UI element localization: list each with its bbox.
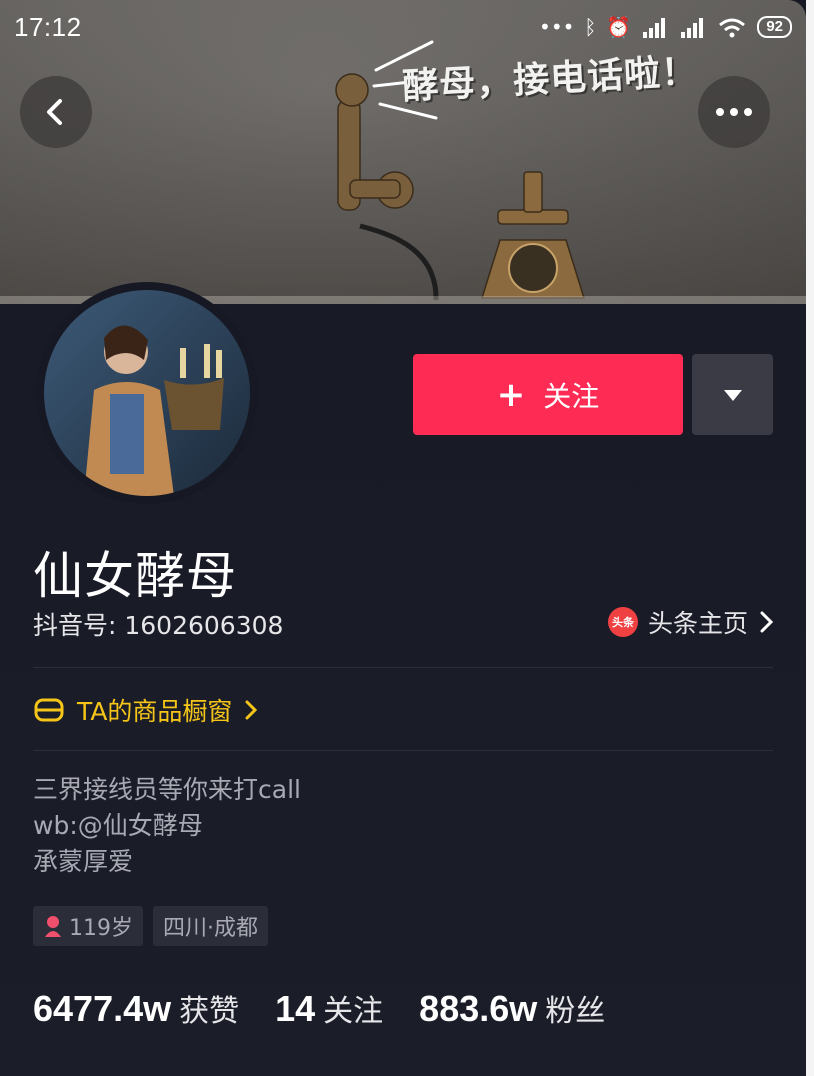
likes-label: 获赞 — [179, 994, 240, 1029]
following-stat[interactable]: 14 关注 — [275, 986, 383, 1030]
age-tag: 119岁 — [33, 906, 143, 946]
fans-label: 粉丝 — [545, 994, 606, 1029]
location-tag: 四川·成都 — [153, 906, 268, 946]
wifi-icon — [719, 18, 746, 38]
more-button[interactable] — [698, 76, 770, 148]
profile-tags: 119岁 四川·成都 — [33, 906, 268, 946]
shop-icon — [34, 698, 64, 722]
divider — [33, 667, 773, 668]
plus-icon: + — [496, 374, 526, 415]
douyin-id[interactable]: 抖音号: 1602606308 — [33, 606, 283, 642]
screen-edge — [806, 0, 814, 1076]
bio-line: wb:@仙女酵母 — [33, 811, 203, 840]
signal-icon — [643, 18, 666, 38]
age-text: 119岁 — [69, 916, 133, 941]
fans-count: 883.6w — [419, 988, 538, 1029]
location-text: 四川·成都 — [163, 916, 258, 941]
bio: 三界接线员等你来打call wb:@仙女酵母 承蒙厚爱 — [33, 772, 301, 880]
more-icon — [716, 108, 752, 116]
female-icon — [45, 916, 61, 937]
toutiao-label: 头条主页 — [647, 609, 748, 638]
back-arrow-icon — [47, 99, 62, 125]
following-count: 14 — [275, 988, 316, 1029]
divider — [33, 750, 773, 751]
status-icons: ••• ᛒ ⏰ 92 — [539, 16, 792, 38]
back-button[interactable] — [20, 76, 92, 148]
alarm-icon: ⏰ — [606, 15, 632, 39]
follow-label: 关注 — [543, 379, 600, 413]
fans-stat[interactable]: 883.6w 粉丝 — [419, 986, 605, 1030]
more-dots-icon: ••• — [539, 15, 575, 39]
chevron-right-icon — [760, 611, 774, 633]
signal-icon-2 — [681, 18, 704, 38]
battery-indicator: 92 — [757, 16, 792, 38]
profile-stats: 6477.4w 获赞 14 关注 883.6w 粉丝 — [33, 986, 605, 1030]
triangle-down-icon — [723, 389, 742, 401]
bio-line: 三界接线员等你来打call — [33, 775, 301, 804]
follow-button[interactable]: + 关注 — [413, 354, 683, 435]
toutiao-icon: 头条 — [607, 607, 638, 637]
shop-label: TA的商品橱窗 — [77, 697, 233, 726]
shop-window-link[interactable]: TA的商品橱窗 — [33, 692, 258, 728]
status-time: 17:12 — [14, 11, 82, 42]
bio-line: 承蒙厚爱 — [33, 847, 134, 876]
avatar-image — [44, 290, 250, 496]
likes-count: 6477.4w — [33, 988, 172, 1029]
chevron-right-icon — [245, 700, 258, 720]
following-label: 关注 — [323, 994, 384, 1029]
avatar-photo — [44, 290, 250, 496]
avatar[interactable] — [36, 282, 258, 504]
toutiao-homepage-link[interactable]: 头条 头条主页 — [607, 604, 774, 640]
recommend-dropdown-button[interactable] — [692, 354, 773, 435]
bluetooth-icon: ᛒ — [584, 15, 597, 39]
nickname: 仙女酵母 — [33, 547, 237, 605]
status-bar: 17:12 ••• ᛒ ⏰ 92 — [0, 0, 806, 54]
likes-stat: 6477.4w 获赞 — [33, 986, 239, 1030]
